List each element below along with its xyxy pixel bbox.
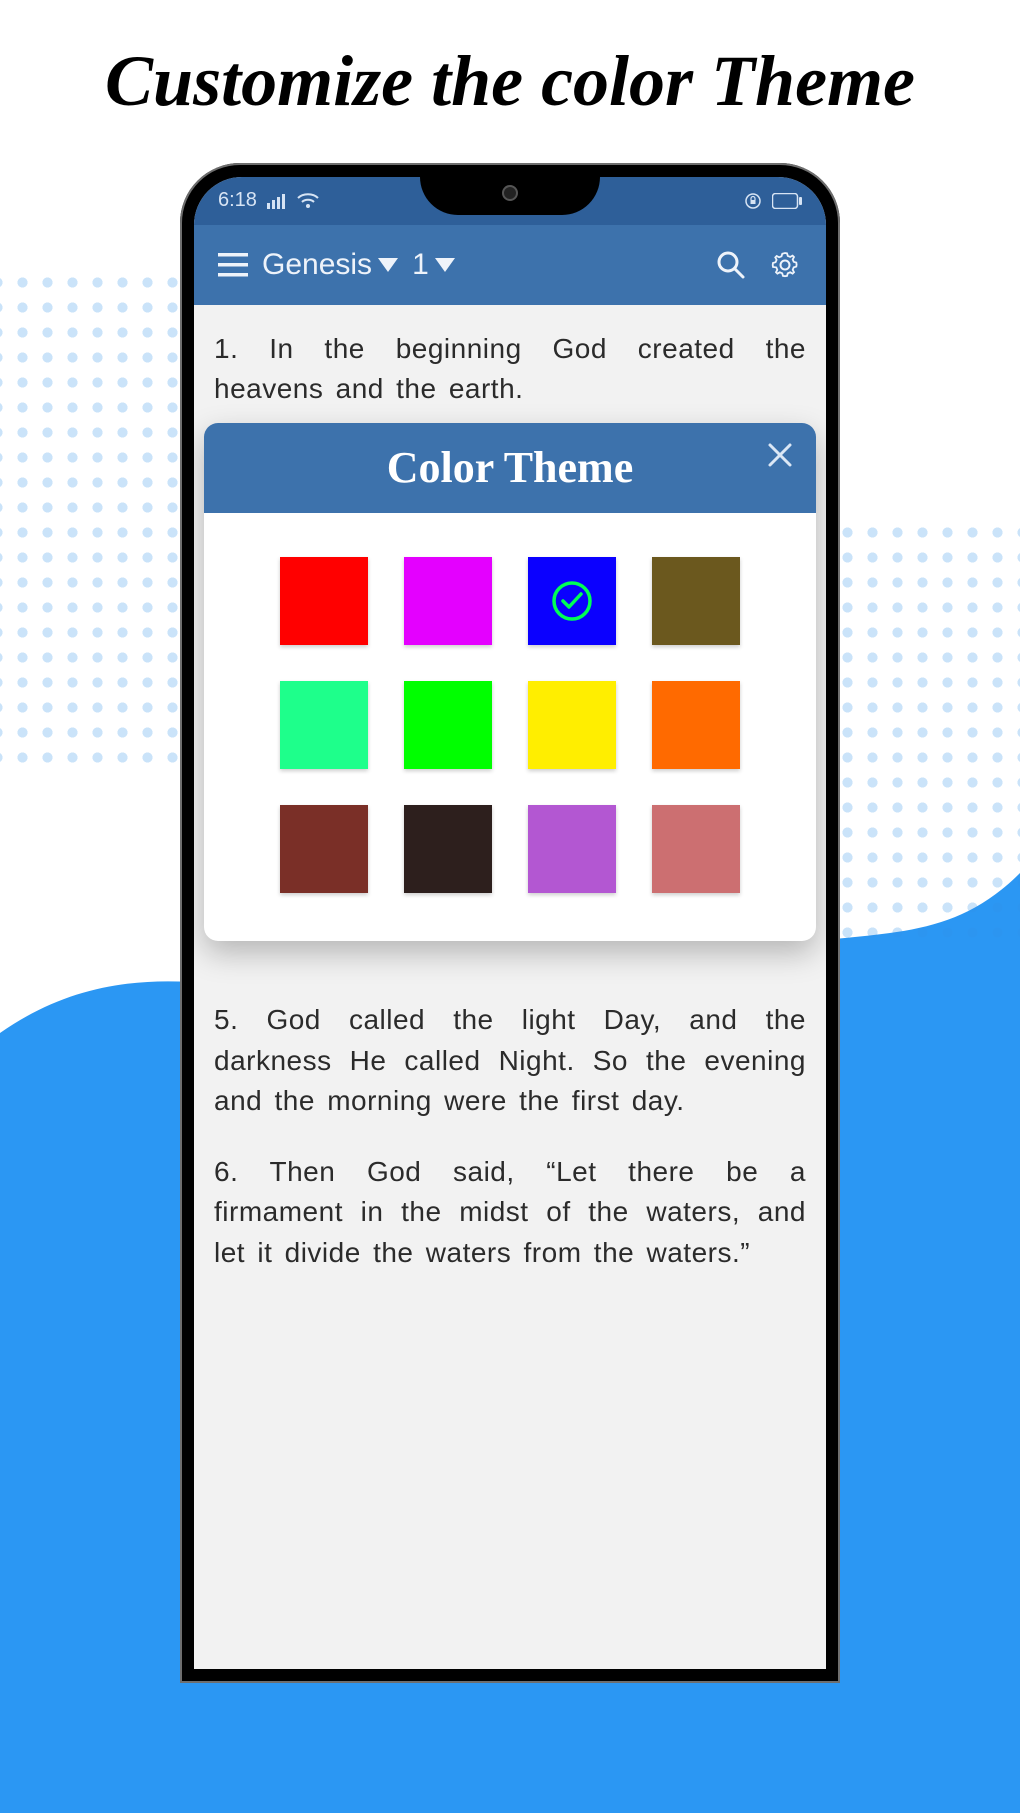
verse-text: 6. Then God said, “Let there be a firmam… [214, 1152, 806, 1274]
color-swatch-mint[interactable] [280, 681, 368, 769]
menu-button[interactable] [208, 240, 258, 290]
search-icon [716, 250, 746, 280]
lock-rotation-icon [744, 192, 762, 210]
chevron-down-icon [435, 258, 455, 272]
signal-icon [267, 193, 287, 209]
phone-notch [420, 177, 600, 215]
camera-dot [502, 185, 518, 201]
close-button[interactable] [762, 437, 798, 473]
phone-frame: 6:18 [180, 163, 840, 1683]
color-swatch-red[interactable] [280, 557, 368, 645]
search-button[interactable] [704, 238, 758, 292]
color-swatch-brown[interactable] [280, 805, 368, 893]
book-dropdown[interactable]: Genesis [262, 248, 398, 282]
settings-button[interactable] [758, 238, 812, 292]
hamburger-icon [218, 253, 248, 277]
chapter-dropdown[interactable]: 1 [412, 248, 455, 282]
status-time: 6:18 [218, 189, 257, 212]
gear-icon [770, 250, 800, 280]
color-swatch-magenta[interactable] [404, 557, 492, 645]
color-swatch-blue[interactable] [528, 557, 616, 645]
color-swatch-grid [204, 513, 816, 941]
color-swatch-olive[interactable] [652, 557, 740, 645]
wifi-icon [297, 193, 319, 209]
dialog-title: Color Theme [387, 442, 633, 493]
color-swatch-yellow[interactable] [528, 681, 616, 769]
color-swatch-orange[interactable] [652, 681, 740, 769]
color-theme-dialog: Color Theme [204, 423, 816, 941]
reader-content: 1. In the beginning God created the heav… [194, 305, 826, 1669]
book-label: Genesis [262, 248, 372, 282]
color-swatch-dark-brown[interactable] [404, 805, 492, 893]
color-swatch-green[interactable] [404, 681, 492, 769]
color-swatch-purple[interactable] [528, 805, 616, 893]
dialog-header: Color Theme [204, 423, 816, 513]
battery-icon [772, 193, 802, 209]
app-bar: Genesis 1 [194, 225, 826, 305]
chevron-down-icon [378, 258, 398, 272]
chapter-label: 1 [412, 248, 429, 282]
check-icon [550, 579, 594, 623]
close-icon [767, 442, 793, 468]
verse-text: 1. In the beginning God created the heav… [214, 329, 806, 410]
page-title: Customize the color Theme [0, 0, 1020, 123]
verse-text: 5. God called the light Day, and the dar… [214, 1000, 806, 1122]
color-swatch-rose[interactable] [652, 805, 740, 893]
